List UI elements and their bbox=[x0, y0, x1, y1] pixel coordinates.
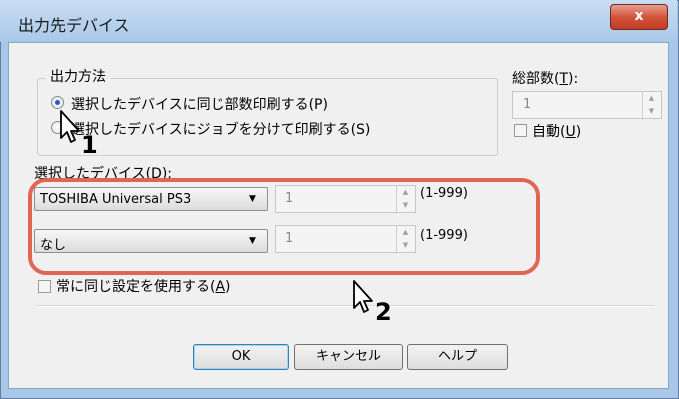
radio-same-copies[interactable] bbox=[51, 96, 64, 109]
help-button[interactable]: ヘルプ bbox=[407, 344, 508, 370]
radio-same-copies-label[interactable]: 選択したデバイスに同じ部数印刷する(P) bbox=[71, 94, 328, 114]
output-method-group bbox=[37, 78, 498, 156]
close-icon: x bbox=[634, 8, 644, 24]
total-copies-stepper[interactable]: ▲ ▼ bbox=[642, 92, 661, 120]
always-same-checkbox[interactable] bbox=[38, 280, 51, 293]
spin-up-icon[interactable]: ▲ bbox=[643, 92, 660, 105]
callout-number-2: 2 bbox=[375, 298, 392, 326]
callout-number-1: 1 bbox=[81, 131, 98, 159]
title-bar[interactable]: 出力先デバイス x bbox=[0, 0, 677, 42]
separator bbox=[36, 305, 655, 307]
total-copies-spinner[interactable]: 1 ▲ ▼ bbox=[512, 91, 662, 120]
total-copies-value: 1 bbox=[523, 97, 532, 112]
radio-split-job-label[interactable]: 選択したデバイスにジョブを分けて印刷する(S) bbox=[71, 119, 370, 139]
output-method-label: 出力方法 bbox=[45, 66, 111, 86]
auto-checkbox[interactable] bbox=[514, 124, 527, 137]
spin-down-icon[interactable]: ▼ bbox=[643, 105, 660, 118]
always-same-label[interactable]: 常に同じ設定を使用する(A) bbox=[56, 276, 231, 296]
cancel-button[interactable]: キャンセル bbox=[294, 344, 403, 370]
window-title: 出力先デバイス bbox=[18, 16, 130, 35]
auto-label[interactable]: 自動(U) bbox=[532, 121, 581, 141]
highlight-callout bbox=[28, 178, 540, 275]
ok-button[interactable]: OK bbox=[193, 344, 289, 370]
total-copies-label: 総部数(T): bbox=[512, 71, 579, 87]
close-button[interactable]: x bbox=[610, 4, 668, 30]
